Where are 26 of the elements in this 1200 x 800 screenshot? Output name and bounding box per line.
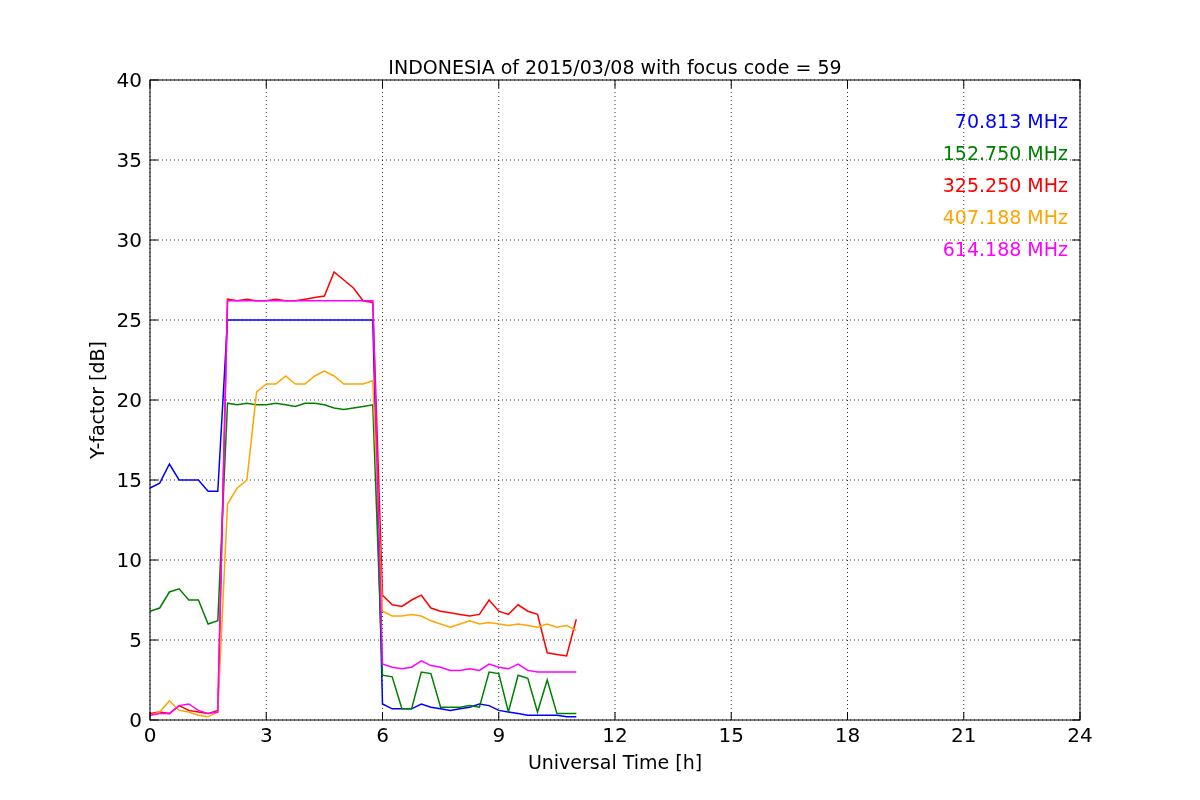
y-tick-label: 5	[129, 628, 142, 652]
y-tick-label: 35	[116, 148, 142, 172]
x-tick-label: 18	[834, 723, 861, 747]
x-tick-label: 24	[1067, 723, 1093, 747]
x-tick-label: 15	[718, 723, 744, 747]
legend-label: 325.250 MHz	[942, 174, 1068, 196]
x-tick-label: 0	[143, 723, 157, 747]
y-tick-label: 25	[116, 308, 142, 332]
legend-label: 614.188 MHz	[942, 238, 1068, 260]
chart-title: INDONESIA of 2015/03/08 with focus code = 59	[388, 56, 842, 78]
legend-label: 70.813 MHz	[954, 110, 1068, 132]
x-axis-label: Universal Time [h]	[527, 751, 703, 773]
y-tick-label: 20	[116, 388, 142, 412]
legend-label: 152.750 MHz	[942, 142, 1068, 164]
x-tick-label: 21	[951, 723, 977, 747]
x-tick-label: 12	[602, 723, 628, 747]
x-tick-label: 3	[259, 723, 273, 747]
x-tick-label: 6	[376, 723, 389, 747]
y-tick-label: 30	[116, 228, 142, 252]
y-tick-label: 15	[116, 468, 142, 492]
y-axis-label: Y-factor [dB]	[86, 341, 108, 459]
y-tick-label: 10	[116, 548, 142, 572]
x-tick-label: 9	[492, 723, 506, 747]
y-tick-label: 0	[129, 708, 142, 732]
legend-label: 407.188 MHz	[942, 206, 1068, 228]
y-tick-label: 40	[116, 68, 142, 92]
